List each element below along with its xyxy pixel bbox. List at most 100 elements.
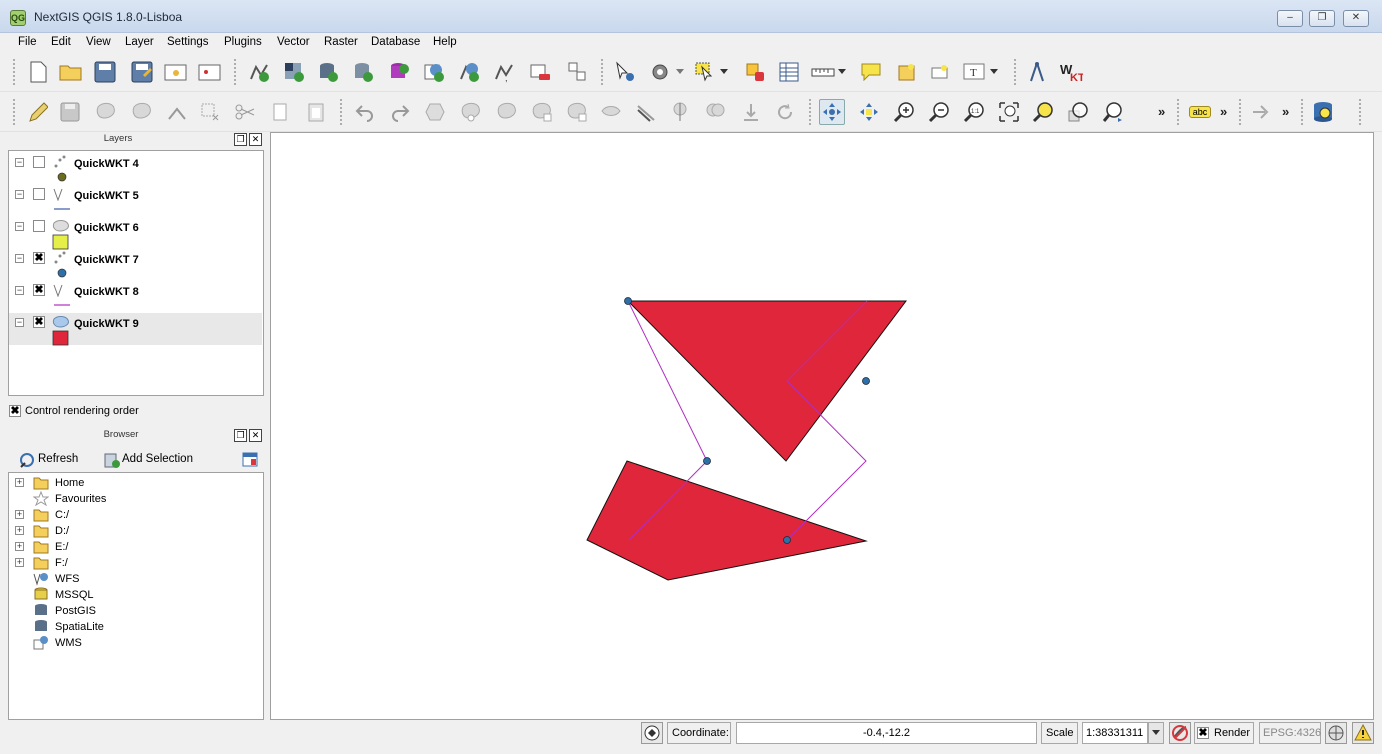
composer-manager-icon[interactable]	[197, 59, 223, 85]
layer-visibility-checkbox[interactable]	[33, 220, 45, 232]
redo-icon[interactable]	[387, 99, 413, 125]
select-features-icon[interactable]	[692, 59, 718, 85]
menu-file[interactable]: File	[18, 36, 37, 48]
minimize-button[interactable]: ‒	[1277, 10, 1303, 27]
refresh-icon[interactable]	[18, 451, 36, 469]
add-spatialite-layer-icon[interactable]	[350, 59, 376, 85]
simplify-feature-icon[interactable]	[422, 99, 448, 125]
chevron-down-icon[interactable]	[988, 59, 1000, 85]
expand-toggle[interactable]: +	[15, 542, 24, 551]
add-wfs-layer-icon[interactable]	[456, 59, 482, 85]
add-part-icon[interactable]	[494, 99, 520, 125]
split-features-icon[interactable]	[667, 99, 693, 125]
add-selection-icon[interactable]	[103, 451, 121, 469]
map-tips-icon[interactable]	[858, 59, 884, 85]
menu-raster[interactable]: Raster	[324, 36, 358, 48]
delete-ring-icon[interactable]	[529, 99, 555, 125]
zoom-actual-size-icon[interactable]: 1:1	[961, 99, 987, 125]
expand-toggle[interactable]: +	[15, 510, 24, 519]
collapse-toggle[interactable]: −	[15, 254, 24, 263]
menu-vector[interactable]: Vector	[277, 36, 310, 48]
pan-to-selection-icon[interactable]	[856, 99, 882, 125]
add-selection-button[interactable]: Add Selection	[122, 453, 193, 465]
toolbar-overflow-button[interactable]: »	[1282, 104, 1289, 119]
close-panel-button[interactable]: ✕	[249, 429, 262, 442]
browser-item-d-drive[interactable]: + D:/	[9, 523, 262, 539]
float-panel-button[interactable]: ❐	[234, 133, 247, 146]
add-delimited-text-layer-icon[interactable]: ,	[491, 59, 517, 85]
add-ring-icon[interactable]	[458, 99, 484, 125]
move-feature-icon[interactable]	[129, 99, 155, 125]
crs-status-button[interactable]: EPSG:4326	[1259, 722, 1321, 744]
maximize-button[interactable]: ❐	[1309, 10, 1335, 27]
reshape-features-icon[interactable]	[598, 99, 624, 125]
coordinate-field[interactable]	[736, 722, 1037, 744]
add-wms-layer-icon[interactable]	[421, 59, 447, 85]
expand-toggle[interactable]: +	[15, 558, 24, 567]
toolbar-grip[interactable]	[233, 58, 237, 86]
save-project-icon[interactable]	[92, 59, 118, 85]
browser-item-home[interactable]: + Home	[9, 475, 262, 491]
toolbar-grip[interactable]	[12, 98, 16, 126]
browser-item-c-drive[interactable]: + C:/	[9, 507, 262, 523]
undo-icon[interactable]	[352, 99, 378, 125]
add-feature-icon[interactable]	[93, 99, 119, 125]
zoom-out-icon[interactable]	[926, 99, 952, 125]
collapse-toggle[interactable]: −	[15, 286, 24, 295]
refresh-button[interactable]: Refresh	[38, 453, 78, 465]
toolbar-grip[interactable]	[808, 98, 812, 126]
chevron-down-icon[interactable]	[718, 59, 730, 85]
merge-features-icon[interactable]	[702, 99, 728, 125]
collapse-toggle[interactable]: −	[15, 222, 24, 231]
toggle-editing-icon[interactable]	[24, 99, 50, 125]
database-manager-icon[interactable]	[1310, 99, 1336, 125]
open-project-icon[interactable]	[58, 59, 84, 85]
browser-item-e-drive[interactable]: + E:/	[9, 539, 262, 555]
browser-item-mssql[interactable]: MSSQL	[9, 587, 262, 603]
toolbar-grip[interactable]	[600, 58, 604, 86]
quickwkt-icon[interactable]: W KT	[1058, 59, 1084, 85]
deselect-features-icon[interactable]	[742, 59, 768, 85]
browser-item-f-drive[interactable]: + F:/	[9, 555, 262, 571]
digitizing-advanced-icon[interactable]	[1248, 99, 1274, 125]
expand-toggle[interactable]: +	[15, 526, 24, 535]
layer-row-quickwkt-5[interactable]: − QuickWKT 5	[9, 185, 262, 217]
rotate-point-symbols-icon[interactable]	[772, 99, 798, 125]
toolbar-grip[interactable]	[1013, 58, 1017, 86]
browser-item-favourites[interactable]: Favourites	[9, 491, 262, 507]
render-toggle[interactable]: ✖ Render	[1194, 722, 1254, 744]
add-vector-layer-icon[interactable]	[246, 59, 272, 85]
toolbar-overflow-button[interactable]: »	[1158, 104, 1165, 119]
cut-features-icon[interactable]	[232, 99, 258, 125]
messages-warning-icon[interactable]	[1352, 722, 1374, 744]
browser-item-wfs[interactable]: WFS	[9, 571, 262, 587]
save-edits-icon[interactable]	[57, 99, 83, 125]
layer-visibility-checkbox[interactable]	[33, 188, 45, 200]
toolbar-grip[interactable]	[12, 58, 16, 86]
scale-combobox[interactable]: 1:38331311	[1082, 722, 1148, 744]
layer-row-quickwkt-7[interactable]: − ✖ QuickWKT 7	[9, 249, 262, 281]
layer-visibility-checkbox[interactable]: ✖	[33, 284, 45, 296]
close-panel-button[interactable]: ✕	[249, 133, 262, 146]
new-project-icon[interactable]	[25, 59, 51, 85]
collapse-toggle[interactable]: −	[15, 190, 24, 199]
layer-visibility-checkbox[interactable]: ✖	[33, 316, 45, 328]
menu-database[interactable]: Database	[371, 36, 420, 48]
collapse-toggle[interactable]: −	[15, 318, 24, 327]
menu-layer[interactable]: Layer	[125, 36, 154, 48]
toolbar-grip[interactable]	[339, 98, 343, 126]
menu-edit[interactable]: Edit	[51, 36, 71, 48]
layer-row-quickwkt-8[interactable]: − ✖ QuickWKT 8	[9, 281, 262, 313]
toolbar-grip[interactable]	[1300, 98, 1304, 126]
layer-row-quickwkt-4[interactable]: − QuickWKT 4	[9, 153, 262, 185]
browser-item-spatialite[interactable]: SpatiaLite	[9, 619, 262, 635]
offset-curve-icon[interactable]	[633, 99, 659, 125]
render-checkbox[interactable]: ✖	[1197, 727, 1209, 739]
toolbar-grip[interactable]	[1176, 98, 1180, 126]
menu-view[interactable]: View	[86, 36, 111, 48]
toolbar-overflow-button[interactable]: »	[1220, 104, 1227, 119]
menu-help[interactable]: Help	[433, 36, 457, 48]
browser-item-wms[interactable]: WMS	[9, 635, 262, 651]
expand-toggle[interactable]: +	[15, 478, 24, 487]
remove-layer-icon[interactable]	[527, 59, 553, 85]
